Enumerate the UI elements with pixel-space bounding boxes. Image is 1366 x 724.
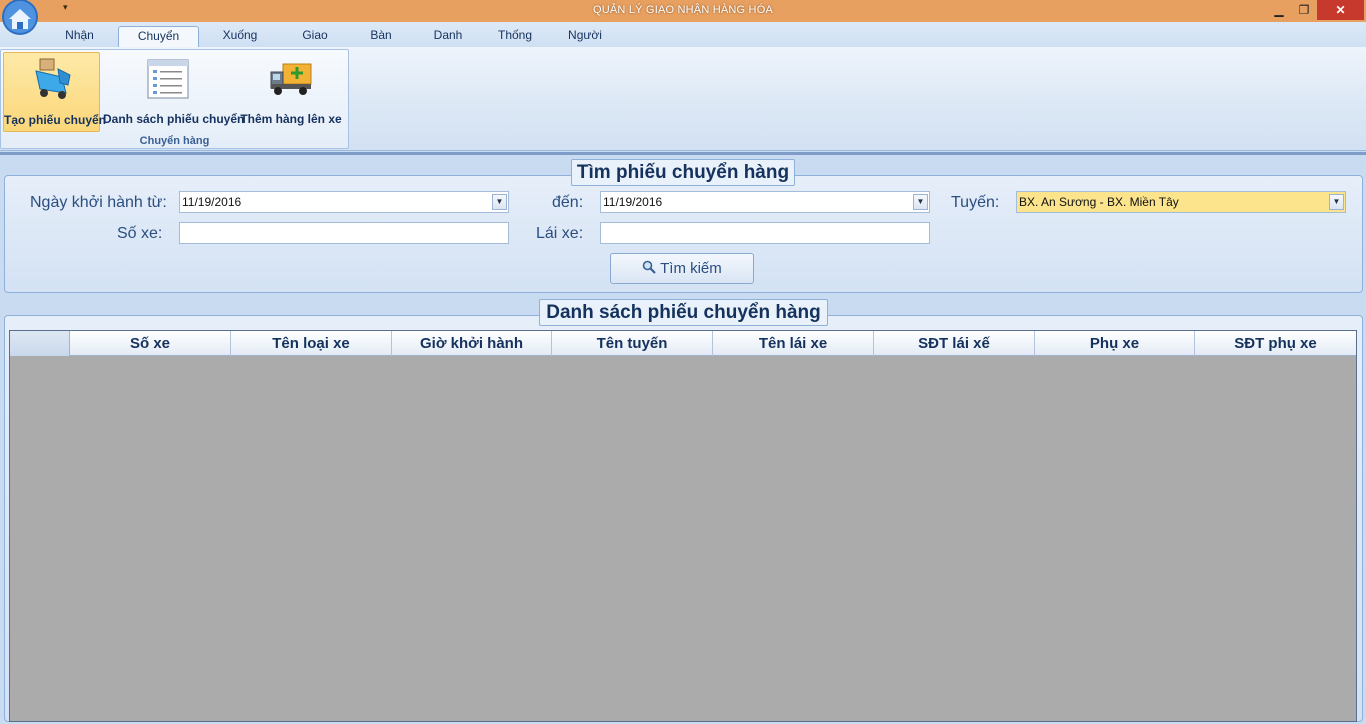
create-transfer-label: Tạo phiếu chuyển — [4, 113, 107, 127]
maximize-button[interactable]: ❐ — [1293, 0, 1315, 20]
driver-input[interactable] — [600, 222, 930, 244]
tab-danh-muc[interactable]: Danh mục — [417, 26, 479, 61]
route-value: BX. An Sương - BX. Miền Tây — [1019, 195, 1179, 209]
column-header-ten-tuyen[interactable]: Tên tuyến — [552, 331, 713, 356]
date-to-value: 11/19/2016 — [603, 195, 663, 209]
search-button-label: Tìm kiếm — [660, 260, 722, 277]
column-header-ten-lai-xe[interactable]: Tên lái xe — [713, 331, 874, 356]
ribbon-divider — [0, 152, 1366, 155]
tab-nhan-hang[interactable]: Nhận hàng — [47, 26, 112, 61]
tab-xuong-hang[interactable]: Xuống hàng — [205, 26, 275, 61]
transfer-list-label: Danh sách phiếu chuyển — [103, 112, 245, 126]
minimize-button[interactable]: ▁ — [1268, 0, 1290, 20]
route-dropdown-icon[interactable]: ▼ — [1329, 194, 1344, 210]
date-from-value: 11/19/2016 — [182, 195, 242, 209]
ribbon-panel: Tạo phiếu chuyển Danh sách phiếu chuyển — [0, 47, 1366, 151]
magnifier-icon — [642, 260, 656, 274]
date-to-dropdown-icon[interactable]: ▼ — [913, 194, 928, 210]
truck-add-icon — [270, 63, 312, 95]
transfer-list-button[interactable]: Danh sách phiếu chuyển — [103, 52, 245, 132]
grid-header: Số xe Tên loại xe Giờ khởi hành Tên tuyế… — [10, 331, 1356, 356]
date-from-dropdown-icon[interactable]: ▼ — [492, 194, 507, 210]
truck-box-icon — [34, 58, 71, 99]
ribbon-group-label: Chuyển hàng — [139, 135, 210, 147]
date-to-picker[interactable]: 11/19/2016 ▼ — [600, 191, 930, 213]
plate-input[interactable] — [179, 222, 509, 244]
tab-giao-hang[interactable]: Giao hàng — [284, 26, 346, 61]
list-panel-title: Danh sách phiếu chuyển hàng — [539, 299, 828, 326]
ribbon-tab-bar: Nhận hàng Chuyển hàng Xuống hàng Giao hà… — [0, 22, 1366, 62]
date-from-label: Ngày khởi hành từ: — [30, 194, 167, 211]
column-header-so-xe[interactable]: Số xe — [70, 331, 231, 356]
grid-select-all[interactable] — [10, 331, 70, 356]
add-goods-to-truck-button[interactable]: Thêm hàng lên xe — [239, 52, 343, 132]
route-label: Tuyến: — [951, 194, 1000, 211]
ribbon-group-chuyen-hang: Tạo phiếu chuyển Danh sách phiếu chuyển — [0, 49, 349, 149]
column-header-sdt-phu-xe[interactable]: SĐT phụ xe — [1195, 331, 1356, 356]
tab-nguoi-dung[interactable]: Người dùng — [552, 26, 618, 61]
driver-label: Lái xe: — [536, 225, 584, 242]
plate-label: Số xe: — [117, 225, 163, 242]
column-header-ten-loai-xe[interactable]: Tên loại xe — [231, 331, 392, 356]
tab-chuyen-hang[interactable]: Chuyển hàng — [118, 26, 199, 62]
transfer-grid[interactable]: Số xe Tên loại xe Giờ khởi hành Tên tuyế… — [9, 330, 1357, 722]
add-goods-label: Thêm hàng lên xe — [240, 112, 342, 126]
close-button[interactable]: ✕ — [1317, 0, 1364, 20]
date-from-picker[interactable]: 11/19/2016 ▼ — [179, 191, 509, 213]
tab-ban-giao[interactable]: Bàn giao — [354, 26, 408, 61]
window-title: QUẢN LÝ GIAO NHẬN HÀNG HÓA — [592, 4, 773, 16]
route-select[interactable]: BX. An Sương - BX. Miền Tây ▼ — [1016, 191, 1346, 213]
list-window-icon — [147, 59, 189, 99]
search-panel-title: Tìm phiếu chuyển hàng — [571, 159, 795, 186]
column-header-sdt-lai-xe[interactable]: SĐT lái xế — [874, 331, 1035, 356]
create-transfer-button[interactable]: Tạo phiếu chuyển — [3, 52, 107, 132]
home-icon[interactable] — [0, 0, 40, 38]
title-bar: ▾ QUẢN LÝ GIAO NHẬN HÀNG HÓA ▁ ❐ ✕ — [0, 0, 1366, 22]
date-to-label: đến: — [552, 194, 584, 211]
search-button[interactable]: Tìm kiếm — [610, 253, 754, 284]
tab-thong-ke[interactable]: Thống kê — [487, 26, 543, 61]
column-header-phu-xe[interactable]: Phụ xe — [1035, 331, 1195, 356]
column-header-gio-khoi-hanh[interactable]: Giờ khởi hành — [392, 331, 552, 356]
